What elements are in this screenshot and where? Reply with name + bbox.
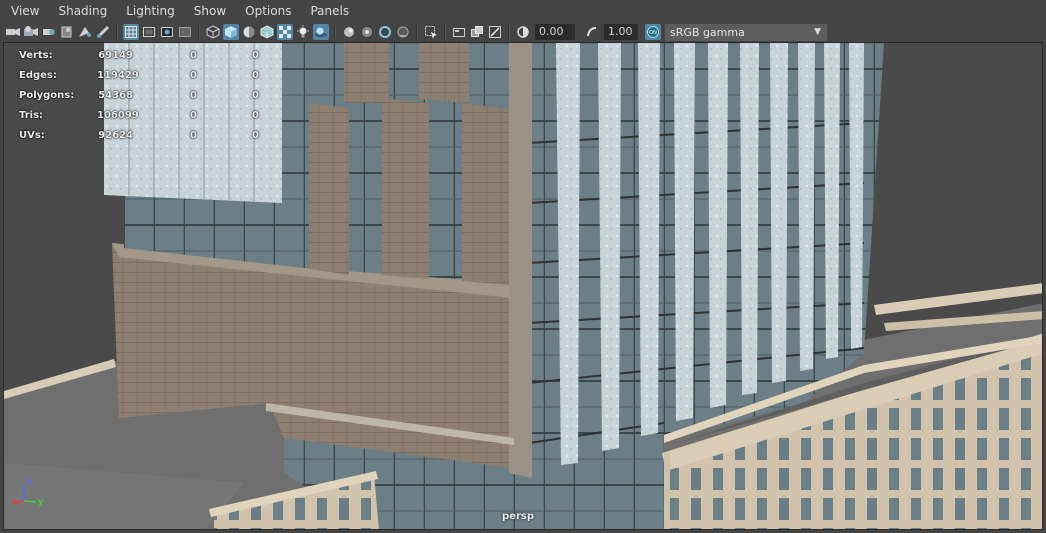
hud-row: Polygons: 54368 0 0 (19, 85, 259, 105)
exposure-field[interactable]: 0.00 (535, 24, 575, 40)
hud-value: 119429 (97, 69, 139, 81)
bookmarks-icon[interactable] (41, 24, 57, 40)
resolution-gate-icon[interactable] (159, 24, 175, 40)
hud-row: UVs: 92624 0 0 (19, 125, 259, 145)
hud-value: 69149 (98, 49, 133, 61)
camera-attributes-icon[interactable] (23, 24, 39, 40)
gamma-icon[interactable] (584, 24, 600, 40)
heads-up-display: Verts: 69149 0 0 Edges: 119429 0 0 Polyg… (19, 45, 259, 145)
hud-value: 0 (190, 49, 197, 61)
xray-icon[interactable] (341, 24, 357, 40)
screen-space-ao-icon[interactable] (395, 24, 411, 40)
menu-panels[interactable]: Panels (300, 0, 358, 22)
hud-value: 92624 (98, 129, 133, 141)
chevron-down-icon: ▼ (814, 27, 821, 37)
hud-value: 0 (252, 69, 259, 81)
hud-row: Tris: 106099 0 0 (19, 105, 259, 125)
hud-value: 0 (252, 89, 259, 101)
grid-icon[interactable] (123, 24, 139, 40)
isolate-select-icon[interactable] (423, 24, 439, 40)
exposure-icon[interactable] (515, 24, 531, 40)
grease-pencil-icon[interactable] (95, 24, 111, 40)
hud-value: 54368 (98, 89, 133, 101)
hud-label: UVs: (19, 129, 45, 141)
3d-viewport[interactable]: Verts: 69149 0 0 Edges: 119429 0 0 Polyg… (3, 42, 1043, 530)
hud-label: Tris: (19, 109, 44, 121)
gamma-field[interactable]: 1.00 (604, 24, 638, 40)
gate-mask-icon[interactable] (177, 24, 193, 40)
hud-value: 0 (252, 129, 259, 141)
hud-toggle-icon[interactable] (451, 24, 467, 40)
viewport-renderer-icon[interactable] (487, 24, 503, 40)
hud-value: 0 (190, 69, 197, 81)
svg-text:ON: ON (649, 30, 657, 36)
smooth-shade-icon[interactable] (223, 24, 239, 40)
hud-value: 106099 (97, 109, 139, 121)
wireframe-on-shaded-icon[interactable] (259, 24, 275, 40)
axis-y-label: y (38, 497, 44, 506)
menu-shading[interactable]: Shading (48, 0, 116, 22)
menu-lighting[interactable]: Lighting (116, 0, 184, 22)
stereo-icon[interactable] (469, 24, 485, 40)
color-management-icon[interactable]: ON (645, 24, 661, 40)
select-camera-icon[interactable] (5, 24, 21, 40)
wireframe-icon[interactable] (205, 24, 221, 40)
menu-show[interactable]: Show (184, 0, 235, 22)
hud-label: Polygons: (19, 89, 75, 101)
hud-label: Verts: (19, 49, 53, 61)
view-transform-dropdown[interactable]: sRGB gamma ▼ (665, 23, 827, 41)
image-plane-icon[interactable] (59, 24, 75, 40)
axis-z-label: z (27, 477, 32, 486)
hud-row: Verts: 69149 0 0 (19, 45, 259, 65)
axis-x-label: x (12, 497, 18, 506)
hud-value: 0 (252, 109, 259, 121)
hud-row: Edges: 119429 0 0 (19, 65, 259, 85)
xray-components-icon[interactable] (377, 24, 393, 40)
hud-label: Edges: (19, 69, 57, 81)
textured-icon[interactable] (277, 24, 293, 40)
hud-value: 0 (190, 109, 197, 121)
hud-value: 0 (190, 129, 197, 141)
menu-view[interactable]: View (0, 0, 48, 22)
2d-pan-zoom-icon[interactable] (77, 24, 93, 40)
hud-value: 0 (252, 49, 259, 61)
menu-options[interactable]: Options (235, 0, 300, 22)
viewport-menu-bar: View Shading Lighting Show Options Panel… (0, 0, 1046, 22)
view-transform-value: sRGB gamma (670, 25, 745, 39)
xray-joints-icon[interactable] (359, 24, 375, 40)
viewport-toolbar: 0.00 1.00 ON sRGB gamma ▼ (0, 22, 1046, 42)
camera-name-label: persp (502, 511, 534, 522)
shadows-icon[interactable] (313, 24, 329, 40)
hud-value: 0 (190, 89, 197, 101)
film-gate-icon[interactable] (141, 24, 157, 40)
use-all-lights-icon[interactable] (295, 24, 311, 40)
default-material-icon[interactable] (241, 24, 257, 40)
